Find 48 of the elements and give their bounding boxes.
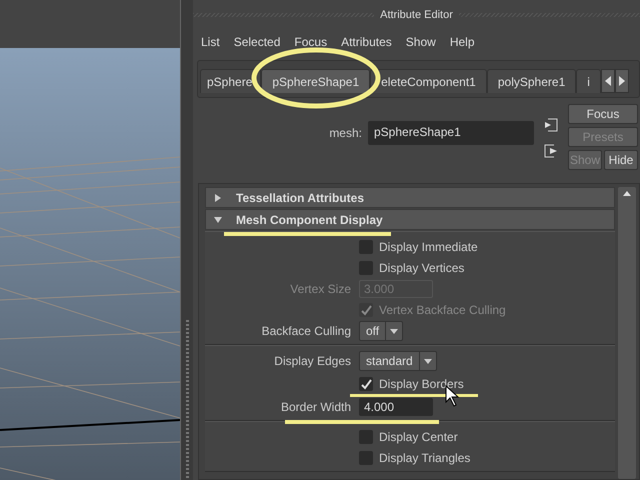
menu-item[interactable]: Selected (234, 35, 280, 49)
menu-item[interactable]: List (201, 35, 220, 49)
dropdown[interactable]: off (359, 321, 404, 341)
menu-item[interactable]: Attributes (341, 35, 392, 49)
mesh-label: mesh: (329, 125, 362, 140)
menu-item[interactable]: Focus (294, 35, 328, 49)
number-field[interactable]: 4.000 (359, 398, 433, 416)
caret-icon (424, 358, 432, 364)
dropdown[interactable]: standard (359, 351, 437, 371)
checkbox-label: Vertex Backface Culling (379, 303, 506, 317)
dropdown-label: Backface Culling (262, 324, 351, 338)
menu-item[interactable]: Show (406, 35, 436, 49)
tab[interactable]: pSphereShape1 (261, 69, 370, 93)
tab[interactable]: eleteComponent1 (370, 69, 487, 93)
panel-button[interactable]: Hide (604, 150, 638, 170)
scroll-up-icon[interactable] (622, 189, 632, 197)
mesh-name-field[interactable]: pSphereShape1 (368, 121, 534, 145)
checkbox-label: Display Immediate (379, 240, 478, 254)
section-header[interactable]: Mesh Component Display (205, 209, 615, 230)
right-arrow-icon (618, 76, 625, 86)
tab[interactable]: pSphere (200, 69, 262, 93)
scroll-right-button[interactable] (614, 69, 629, 93)
panel-button[interactable]: Focus (568, 104, 638, 124)
caret-icon (390, 328, 398, 334)
dropdown-label: Display Edges (274, 354, 351, 368)
output-connection-icon[interactable] (544, 144, 558, 158)
checkbox[interactable] (359, 261, 373, 275)
checkbox-label: Display Triangles (379, 451, 470, 465)
tab[interactable]: i (576, 69, 601, 93)
checkbox[interactable] (359, 430, 373, 444)
checkbox[interactable] (359, 240, 373, 254)
expanded-arrow-icon (214, 216, 222, 224)
checkbox-label: Display Center (379, 430, 458, 444)
input-connection-icon[interactable] (544, 118, 558, 132)
menu-item[interactable]: Help (450, 35, 474, 49)
scrollbar[interactable] (618, 187, 636, 479)
splitter-handle[interactable] (186, 320, 188, 480)
checkbox-label: Display Borders (379, 377, 464, 391)
tab[interactable]: polySphere1 (486, 69, 576, 93)
field-label: Border Width (280, 400, 351, 414)
section-header[interactable]: Tessellation Attributes (205, 187, 615, 208)
checkbox[interactable] (359, 451, 373, 465)
checkbox-label: Display Vertices (379, 261, 464, 275)
left-arrow-icon (604, 76, 611, 86)
window-title: Attribute Editor (374, 9, 459, 21)
scroll-left-button[interactable] (600, 69, 615, 93)
field-label: Vertex Size (290, 282, 351, 296)
collapsed-arrow-icon (214, 194, 222, 202)
